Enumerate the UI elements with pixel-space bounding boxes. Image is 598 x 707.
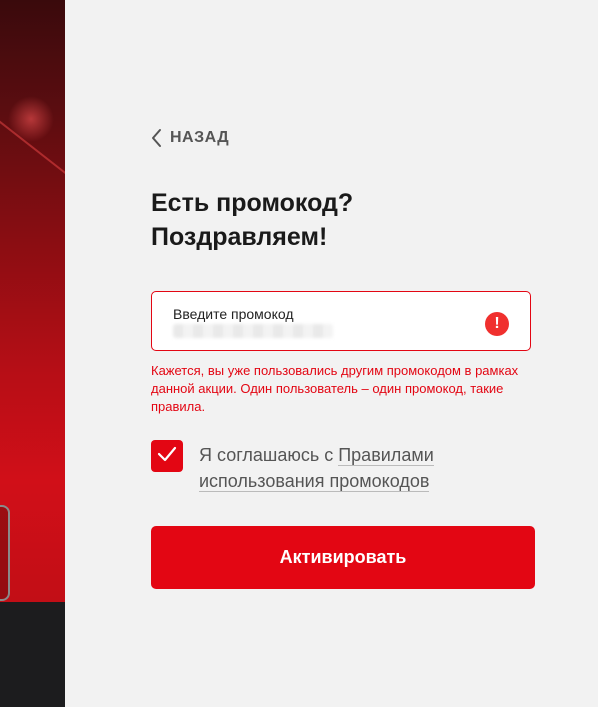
page-title-line-1: Есть промокод? (151, 189, 354, 217)
promo-code-label: Введите промокод (173, 306, 294, 322)
promo-error-message: Кажется, вы уже пользовались другим пром… (151, 363, 519, 414)
checkmark-icon (157, 446, 177, 467)
side-banner-card-edge (0, 505, 10, 601)
promo-code-field[interactable]: Введите промокод ! (151, 291, 531, 351)
agreement-prefix: Я соглашаюсь с (199, 445, 339, 465)
agreement-checkbox[interactable] (151, 440, 183, 472)
back-link[interactable]: НАЗАД (151, 126, 229, 150)
promo-code-input[interactable] (173, 324, 333, 338)
page-title-line-2: Поздравляем! (151, 223, 328, 251)
exclamation-circle-icon: ! (485, 312, 509, 336)
agreement-text: Я соглашаюсь с Правилами использования п… (199, 442, 519, 494)
back-label: НАЗАД (170, 129, 230, 146)
chevron-left-icon (151, 128, 162, 148)
side-banner (0, 0, 65, 707)
page-title: Есть промокод? Поздравляем! (151, 186, 551, 254)
activate-button[interactable]: Активировать (151, 526, 535, 589)
